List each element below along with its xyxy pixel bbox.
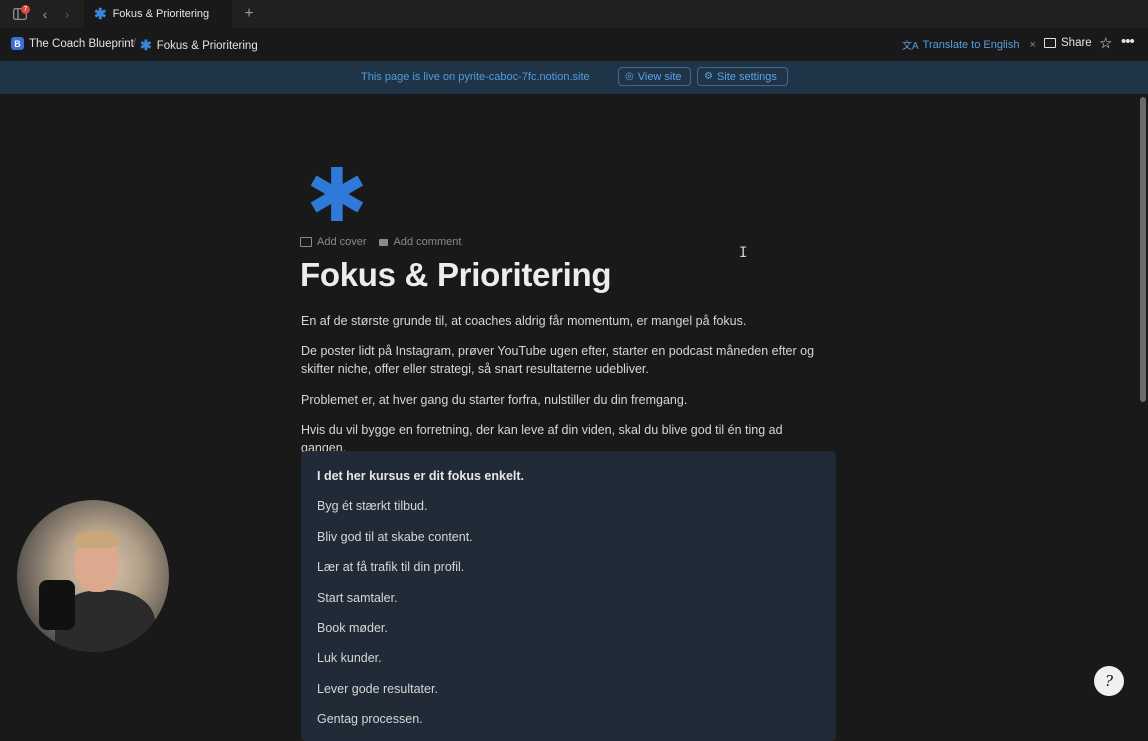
share-button[interactable]: Share — [1044, 37, 1092, 49]
add-comment-button[interactable]: Add comment — [378, 236, 462, 248]
callout-line[interactable]: Lever gode resultater. — [317, 682, 438, 696]
add-comment-label: Add comment — [393, 236, 462, 248]
help-button[interactable]: ? — [1094, 666, 1124, 696]
help-icon: ? — [1104, 672, 1114, 690]
callout-heading[interactable]: I det her kursus er dit fokus enkelt. — [317, 469, 524, 483]
webcam-hair — [75, 530, 119, 548]
view-site-label: View site — [637, 70, 682, 83]
site-settings-button[interactable]: ⚙ Site settings — [697, 67, 788, 86]
share-label: Share — [1061, 37, 1092, 49]
breadcrumb-page-name: Fokus & Prioritering — [156, 39, 258, 52]
text-cursor-icon: I — [739, 245, 748, 261]
gear-icon: ⚙ — [704, 71, 713, 82]
close-icon[interactable]: × — [1029, 39, 1035, 51]
microphone-icon — [39, 580, 75, 630]
tab-label: Fokus & Prioritering — [112, 8, 210, 20]
breadcrumb-page[interactable]: ✱ Fokus & Prioritering — [140, 37, 258, 54]
page-topbar: B The Coach Blueprint / ✱ Fokus & Priori… — [0, 28, 1148, 61]
callout-line[interactable]: Bliv god til at skabe content. — [317, 530, 473, 544]
page-title[interactable]: Fokus & Prioritering — [300, 256, 612, 294]
translate-button[interactable]: 文A Translate to English × — [902, 37, 1036, 53]
breadcrumb-workspace[interactable]: B The Coach Blueprint — [11, 37, 134, 50]
notification-badge: 7 — [21, 5, 30, 14]
new-tab-button[interactable]: + — [242, 5, 256, 23]
callout-line[interactable]: Start samtaler. — [317, 591, 398, 605]
translate-icon: 文A — [902, 41, 919, 52]
translate-label: Translate to English — [922, 38, 1020, 51]
sidebar-toggle-button[interactable]: 7 — [10, 5, 30, 23]
breadcrumb-separator: / — [133, 37, 137, 49]
comment-icon — [378, 238, 388, 246]
paragraph[interactable]: Problemet er, at hver gang du starter fo… — [301, 391, 831, 409]
callout-block[interactable]: I det her kursus er dit fokus enkelt. By… — [301, 451, 836, 741]
paragraph[interactable]: De poster lidt på Instagram, prøver YouT… — [301, 342, 831, 378]
share-icon — [1044, 38, 1056, 48]
callout-line[interactable]: Gentag processen. — [317, 712, 423, 726]
callout-line[interactable]: Book møder. — [317, 621, 388, 635]
back-button[interactable]: ‹ — [36, 5, 54, 23]
add-cover-button[interactable]: Add cover — [300, 236, 367, 248]
scrollbar-thumb[interactable] — [1140, 97, 1146, 402]
image-icon — [300, 237, 312, 247]
banner-text: This page is live on pyrite-caboc-7fc.no… — [361, 71, 590, 83]
asterisk-icon: ✱ — [140, 37, 152, 53]
asterisk-icon: ✱ — [94, 6, 107, 23]
browser-tab-bar: 7 ‹ › ✱ Fokus & Prioritering + — [0, 0, 1148, 28]
add-cover-label: Add cover — [317, 236, 367, 248]
callout-line[interactable]: Byg ét stærkt tilbud. — [317, 499, 427, 513]
forward-button[interactable]: › — [58, 5, 76, 23]
workspace-name: The Coach Blueprint — [29, 37, 134, 50]
live-site-banner: This page is live on pyrite-caboc-7fc.no… — [0, 61, 1148, 94]
view-site-button[interactable]: ◎ View site — [618, 67, 691, 86]
tab-fokus-prioritering[interactable]: ✱ Fokus & Prioritering — [84, 0, 232, 28]
page-icon[interactable]: ✱ — [306, 159, 368, 233]
globe-icon: ◎ — [625, 71, 634, 82]
workspace-icon: B — [11, 37, 24, 50]
star-icon[interactable]: ☆ — [1099, 34, 1112, 52]
page-actions: Add cover Add comment — [300, 236, 473, 248]
more-options-icon[interactable]: ••• — [1121, 33, 1135, 50]
webcam-overlay — [17, 500, 169, 652]
callout-line[interactable]: Lær at få trafik til din profil. — [317, 560, 464, 574]
site-settings-label: Site settings — [716, 70, 777, 83]
paragraph[interactable]: En af de største grunde til, at coaches … — [301, 312, 831, 330]
callout-line[interactable]: Luk kunder. — [317, 651, 382, 665]
